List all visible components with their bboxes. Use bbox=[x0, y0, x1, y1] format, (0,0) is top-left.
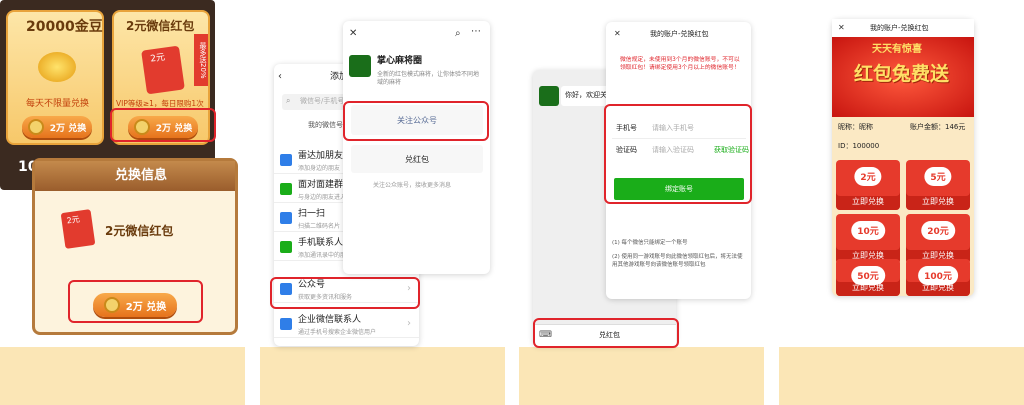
chat-avatar bbox=[539, 86, 559, 106]
official-account-profile: ✕ ⌕ ⋯ 掌心麻将圈 全新的红包模式麻将，让你体验不同地域的麻将 关注公众号 … bbox=[343, 21, 490, 274]
highlight-modal-button bbox=[68, 280, 203, 323]
gold-bean-title: 20000金豆 bbox=[26, 19, 103, 35]
red-packet-store-screen: ✕ 我的账户-兑换红包 天天有惊喜 红包兔费送 昵称：昵称 账户金额：146元 … bbox=[832, 19, 974, 296]
highlight-official-account bbox=[270, 277, 420, 309]
banner-main-text: 红包兔费送 bbox=[854, 63, 950, 85]
redeem-card-50[interactable]: 50元 立即兑换 bbox=[836, 259, 900, 296]
modal-red-packet-icon: 2元 bbox=[60, 209, 96, 249]
rule-1: (1) 每个微信只能绑定一个账号 bbox=[612, 240, 688, 246]
footer-band-4 bbox=[779, 347, 1024, 405]
footer-band-2 bbox=[260, 347, 505, 405]
account-description: 全新的红包模式麻将，让你体验不同地域的麻将 bbox=[377, 71, 480, 86]
red-packet-title: 2元微信红包 bbox=[126, 19, 195, 33]
gold-ingot-icon bbox=[38, 52, 76, 82]
redeem-card-5[interactable]: 5元 立即兑换 bbox=[906, 160, 970, 210]
store-title: 我的账户-兑换红包 bbox=[870, 24, 929, 32]
red-packet-note: VIP等级≥1，每日限购1次 bbox=[116, 99, 204, 108]
wechat-notice: 微信规定，未使用到3个月的微信账号，不可以领取红包！请绑定使用3个月以上的微信账… bbox=[620, 57, 740, 72]
banner-top-text: 天天有惊喜 bbox=[872, 44, 922, 55]
search-icon[interactable]: ⌕ bbox=[455, 29, 461, 39]
highlight-redeem-menu bbox=[533, 318, 679, 348]
more-icon[interactable]: ⋯ bbox=[471, 27, 481, 37]
redeem-card-2[interactable]: 2元 立即兑换 bbox=[836, 160, 900, 210]
account-avatar bbox=[349, 55, 371, 77]
red-packet-icon: 2元 bbox=[141, 45, 185, 95]
screen-title: 我的账户-兑换红包 bbox=[650, 30, 709, 38]
highlight-red-packet-button bbox=[110, 108, 216, 142]
account-balance: 账户金额：146元 bbox=[910, 123, 966, 131]
nickname: 昵称：昵称 bbox=[838, 123, 873, 131]
back-icon[interactable]: ‹ bbox=[278, 72, 282, 82]
footer-band-3 bbox=[519, 347, 764, 405]
discount-ribbon: 最多送20% bbox=[194, 34, 208, 86]
close-icon[interactable]: ✕ bbox=[614, 30, 621, 38]
search-icon: ⌕ bbox=[286, 96, 291, 105]
redeem-card-100[interactable]: 100元 立即兑换 bbox=[906, 259, 970, 296]
gold-bean-note: 每天不限量兑换 bbox=[26, 99, 90, 109]
redeem-card-20[interactable]: 20元 立即兑换 bbox=[906, 214, 970, 264]
highlight-bind-form bbox=[604, 104, 752, 204]
contacts-icon bbox=[280, 240, 292, 253]
store-header: ✕ 我的账户-兑换红包 bbox=[832, 19, 974, 37]
gold-bean-card: 20000金豆 每天不限量兑换 2万 兑换 bbox=[6, 10, 104, 145]
chevron-right-icon: › bbox=[407, 318, 411, 329]
highlight-follow-button bbox=[343, 101, 489, 141]
rule-2: (2) 使用同一游戏账号向此微信领取红包后，将无法使用其他游戏账号向该微信账号领… bbox=[612, 254, 743, 268]
close-icon[interactable]: ✕ bbox=[838, 24, 845, 32]
user-id: ID：100000 bbox=[838, 142, 880, 150]
footer-band-1 bbox=[0, 347, 245, 405]
modal-item-name: 2元微信红包 bbox=[105, 224, 174, 238]
list-item-work-contacts[interactable]: 企业微信联系人 通过手机号搜索企业微信用户 › bbox=[274, 310, 419, 338]
scan-icon bbox=[280, 211, 292, 224]
close-icon[interactable]: ✕ bbox=[349, 29, 357, 39]
modal-title: 兑换信息 bbox=[115, 168, 168, 183]
promo-banner: 天天有惊喜 红包兔费送 bbox=[832, 37, 974, 117]
radar-icon bbox=[280, 153, 292, 166]
work-wechat-icon bbox=[280, 317, 292, 330]
modal-header: 兑换信息 bbox=[35, 161, 235, 191]
redeem-menu-button[interactable]: 兑红包 bbox=[351, 145, 483, 173]
follow-note: 关注公众账号，接收更多消息 bbox=[373, 182, 452, 189]
coin-icon bbox=[27, 119, 44, 135]
account-name: 掌心麻将圈 bbox=[377, 56, 423, 66]
group-icon bbox=[280, 182, 292, 195]
redeem-card-10[interactable]: 10元 立即兑换 bbox=[836, 214, 900, 264]
gold-bean-exchange-button[interactable]: 2万 兑换 bbox=[22, 116, 92, 138]
